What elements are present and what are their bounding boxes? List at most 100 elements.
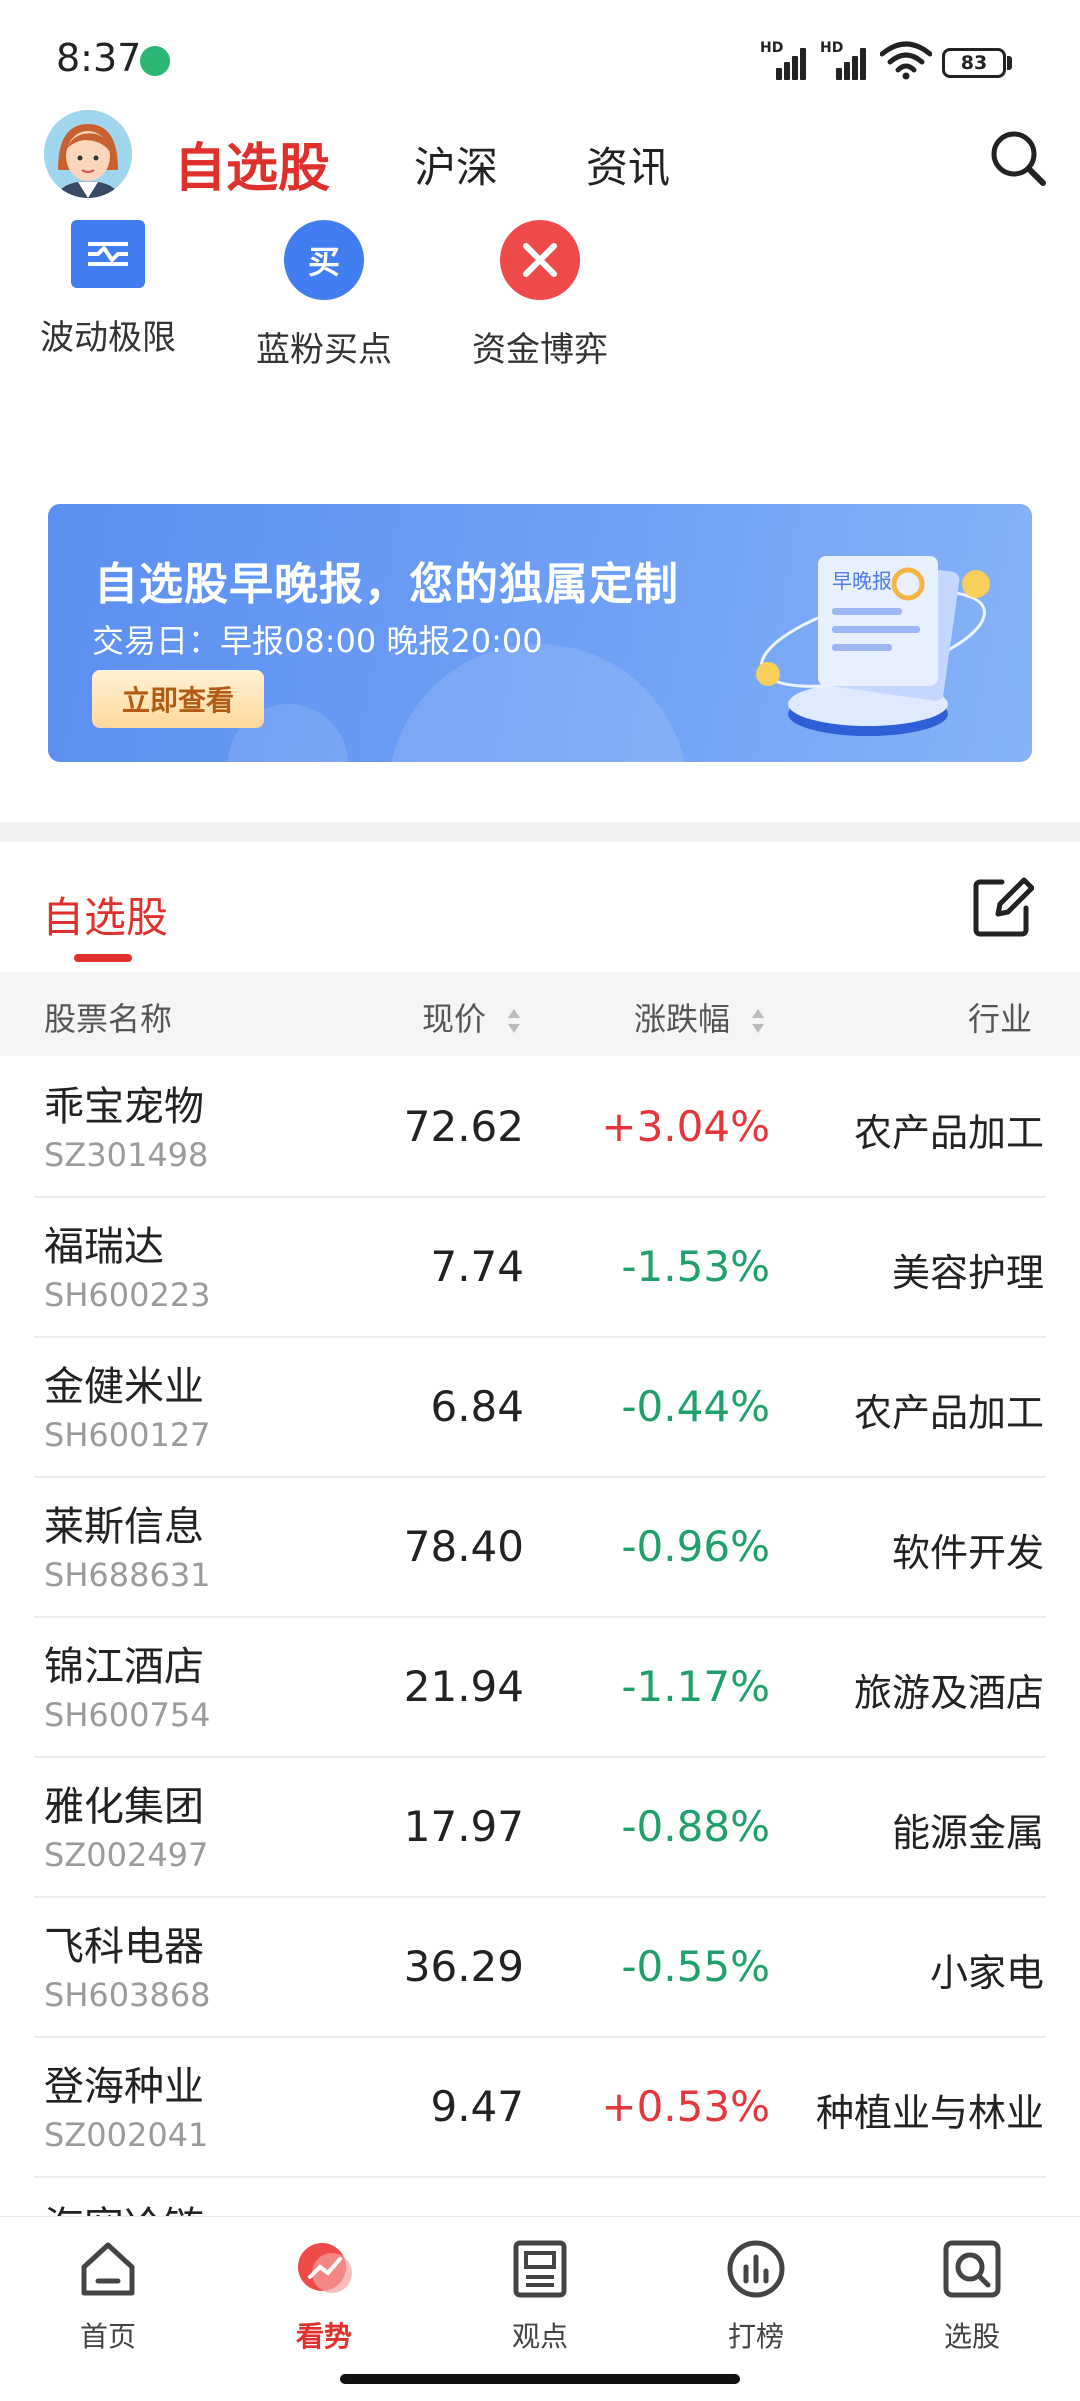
tab-shanghai-shenzhen[interactable]: 沪深: [414, 134, 498, 195]
stock-price: 6.84: [430, 1382, 524, 1431]
status-bar: 8:37 HD HD 83: [0, 0, 1080, 110]
nav-label: 选股: [943, 2320, 1000, 2353]
view-now-button[interactable]: 立即查看: [92, 670, 264, 728]
column-header-price[interactable]: 现价: [422, 994, 522, 1040]
nav-label: 看势: [295, 2320, 352, 2353]
swords-icon: [500, 220, 580, 300]
wave-chart-icon: [71, 220, 145, 288]
nav-ranking[interactable]: 打榜: [686, 2237, 826, 2355]
stock-price: 9.47: [430, 2082, 524, 2131]
trend-icon: [298, 2243, 352, 2293]
stock-change: -1.53%: [621, 1242, 770, 1291]
stock-code: SH600754: [44, 1696, 211, 1734]
tab-watchlist[interactable]: 自选股: [174, 126, 330, 201]
wifi-icon: [880, 41, 932, 80]
stock-name: 锦江酒店: [44, 1644, 204, 1690]
chart-ranking-icon: [727, 2240, 785, 2298]
daily-report-banner[interactable]: 自选股早晚报，您的独属定制 交易日：早报08:00 晚报20:00 立即查看 早…: [48, 504, 1032, 762]
stock-search-icon: [943, 2240, 1001, 2298]
stock-price: 17.97: [403, 1802, 524, 1851]
table-row[interactable]: 福瑞达 SH600223 7.74 -1.53% 美容护理: [34, 1196, 1046, 1338]
stock-change: -0.88%: [621, 1802, 770, 1851]
column-header-industry: 行业: [967, 1000, 1032, 1038]
stock-name: 飞科电器: [44, 1924, 204, 1970]
table-row[interactable]: 雅化集团 SZ002497 17.97 -0.88% 能源金属: [34, 1756, 1046, 1898]
signal-icon: HD: [760, 40, 810, 80]
network-type-label-2: HD: [820, 40, 844, 56]
network-speed-icon: [140, 46, 170, 76]
table-row[interactable]: 飞科电器 SH603868 36.29 -0.55% 小家电: [34, 1896, 1046, 2038]
battery-tip: [1007, 56, 1012, 70]
tool-capital-game[interactable]: 资金博弈: [440, 220, 640, 371]
table-row[interactable]: 莱斯信息 SH688631 78.40 -0.96% 软件开发: [34, 1476, 1046, 1618]
column-header-change[interactable]: 涨跌幅: [634, 994, 766, 1040]
nav-trend[interactable]: 看势: [254, 2237, 394, 2355]
stock-name: 福瑞达: [44, 1224, 164, 1270]
stock-price: 78.40: [403, 1522, 524, 1571]
stock-change: -0.96%: [621, 1522, 770, 1571]
banner-title: 自选股早晚报，您的独属定制: [94, 559, 679, 610]
stock-name: 雅化集团: [44, 1784, 204, 1830]
nav-label: 打榜: [727, 2320, 784, 2353]
table-row[interactable]: 金健米业 SH600127 6.84 -0.44% 农产品加工: [34, 1336, 1046, 1478]
active-tab-indicator: [74, 954, 132, 962]
banner-subtitle: 交易日：早报08:00 晚报20:00: [92, 622, 543, 660]
stock-change: +0.53%: [601, 2082, 770, 2131]
stock-change: -0.55%: [621, 1942, 770, 1991]
table-row[interactable]: 锦江酒店 SH600754 21.94 -1.17% 旅游及酒店: [34, 1616, 1046, 1758]
tab-news[interactable]: 资讯: [586, 134, 670, 195]
avatar-image: [44, 110, 132, 198]
stock-industry: 美容护理: [891, 1251, 1044, 1295]
table-row[interactable]: 登海种业 SZ002041 9.47 +0.53% 种植业与林业: [34, 2036, 1046, 2178]
gesture-home-bar[interactable]: [340, 2374, 740, 2384]
search-icon[interactable]: [988, 128, 1048, 188]
stock-name: 莱斯信息: [44, 1504, 204, 1550]
table-header: 股票名称 现价 涨跌幅 行业: [0, 972, 1080, 1056]
tool-volatility-limit[interactable]: 波动极限: [8, 220, 208, 359]
network-type-label: HD: [760, 40, 784, 56]
watchlist-title[interactable]: 自选股: [42, 884, 168, 945]
tool-label: 资金博弈: [472, 330, 608, 370]
stock-industry: 小家电: [929, 1951, 1044, 1995]
nav-label: 观点: [511, 2320, 568, 2353]
stock-change: +3.04%: [601, 1102, 770, 1151]
stock-name: 乖宝宠物: [44, 1084, 204, 1130]
tool-label: 波动极限: [40, 318, 176, 358]
stock-industry: 旅游及酒店: [853, 1671, 1044, 1715]
stock-code: SH600223: [44, 1276, 211, 1314]
sort-icon: [508, 1009, 521, 1033]
stock-price: 21.94: [403, 1662, 524, 1711]
section-divider: [0, 822, 1080, 842]
column-header-name: 股票名称: [44, 1000, 173, 1038]
document-icon: [513, 2240, 567, 2298]
table-row[interactable]: 乖宝宠物 SZ301498 72.62 +3.04% 农产品加工: [34, 1056, 1046, 1198]
stock-industry: 软件开发: [891, 1531, 1044, 1575]
status-time: 8:37: [56, 36, 142, 80]
nav-opinion[interactable]: 观点: [470, 2237, 610, 2355]
avatar[interactable]: [44, 110, 132, 198]
stock-price: 7.74: [430, 1242, 524, 1291]
edit-icon[interactable]: [972, 876, 1034, 938]
stock-industry: 农产品加工: [853, 1111, 1044, 1155]
report-illustration-icon: 早晚报: [756, 556, 990, 736]
stock-name: 登海种业: [44, 2064, 204, 2110]
sort-icon: [752, 1009, 765, 1033]
stock-code: SZ002497: [44, 1836, 209, 1874]
stock-industry: 能源金属: [891, 1811, 1044, 1855]
tool-label: 蓝粉买点: [256, 330, 392, 370]
nav-stock-picker[interactable]: 选股: [902, 2237, 1042, 2355]
stock-industry: 农产品加工: [853, 1391, 1044, 1435]
nav-label: 首页: [79, 2320, 136, 2353]
column-header-change-label: 涨跌幅: [634, 1000, 731, 1038]
illustration-label: 早晚报: [832, 569, 892, 593]
stock-price: 36.29: [403, 1942, 524, 1991]
stock-code: SZ301498: [44, 1136, 209, 1174]
home-icon: [81, 2242, 135, 2296]
stock-code: SZ002041: [44, 2116, 209, 2154]
stock-change: -1.17%: [621, 1662, 770, 1711]
nav-home[interactable]: 首页: [38, 2237, 178, 2355]
stock-code: SH600127: [44, 1416, 211, 1454]
column-header-price-label: 现价: [422, 1000, 487, 1038]
stock-name: 金健米业: [44, 1364, 204, 1410]
tool-blue-pink-buy[interactable]: 买 蓝粉买点: [224, 220, 424, 371]
